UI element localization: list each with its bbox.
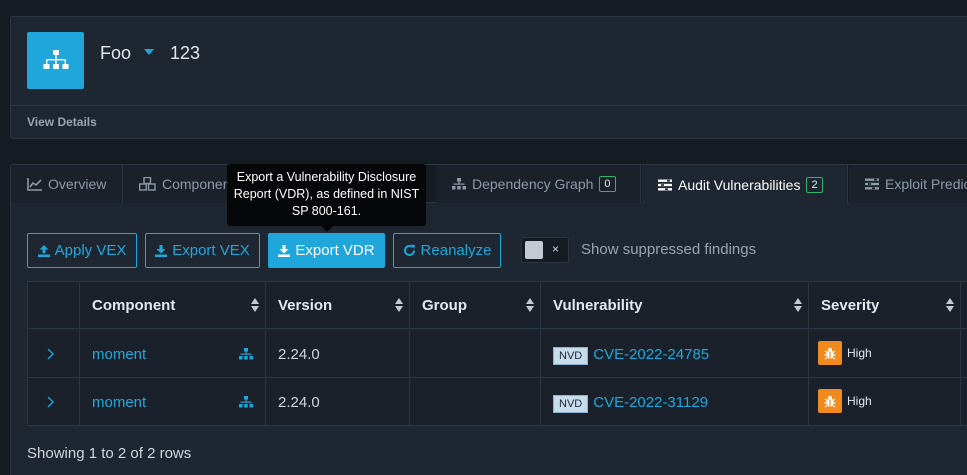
reanalyze-button[interactable]: Reanalyze: [393, 233, 501, 268]
expand-column-header: [27, 282, 80, 329]
tab-exploit-predictions[interactable]: Exploit Predictions: [849, 165, 967, 203]
tab-audit-vulnerabilities[interactable]: Audit Vulnerabilities 2: [642, 165, 848, 204]
export-vdr-button[interactable]: Export VDR: [268, 233, 385, 268]
severity-cell: High: [809, 330, 961, 378]
upload-icon: [37, 244, 50, 257]
view-details-link[interactable]: View Details: [27, 115, 97, 129]
source-badge: NVD: [553, 395, 589, 413]
column-label: Severity: [821, 297, 880, 314]
vulnerability-link[interactable]: CVE-2022-31129: [593, 394, 708, 411]
vulnerability-cell: NVD CVE-2022-24785: [541, 330, 809, 378]
sort-icon: [946, 298, 954, 312]
table-header: Component Version Group Vulnerability Se…: [27, 282, 967, 329]
download-icon: [155, 244, 168, 257]
project-name: Foo: [100, 43, 132, 63]
severity-cell: High: [809, 378, 961, 426]
component-cell: moment: [80, 378, 266, 426]
severity-label: High: [847, 346, 872, 360]
group-cell: [410, 330, 541, 378]
show-suppressed-label: Show suppressed findings: [581, 241, 757, 258]
cubes-icon: [139, 177, 156, 191]
apply-vex-button[interactable]: Apply VEX: [27, 233, 137, 268]
tooltip-arrow: [321, 226, 333, 232]
version-cell: 2.24.0: [266, 378, 410, 426]
bug-icon: [818, 389, 842, 413]
tab-overview[interactable]: Overview: [11, 165, 123, 203]
chevron-right-icon: [47, 396, 54, 408]
sort-icon: [251, 298, 259, 312]
tab-count-badge: 0: [599, 176, 616, 192]
severity-label: High: [847, 394, 872, 408]
export-vex-button[interactable]: Export VEX: [145, 233, 260, 268]
column-header-component[interactable]: Component: [80, 282, 266, 329]
toggle-off-icon: ×: [552, 242, 560, 256]
bug-icon: [818, 341, 842, 365]
vulnerability-link[interactable]: CVE-2022-24785: [593, 346, 709, 363]
project-version: 123: [170, 43, 201, 63]
button-label: Export VDR: [295, 242, 375, 259]
toggle-knob: [525, 241, 543, 259]
sort-icon: [794, 298, 802, 312]
table-left-border: [27, 281, 28, 426]
tab-count-badge: 2: [806, 176, 823, 193]
button-label: Reanalyze: [420, 242, 492, 259]
tab-label: Components: [162, 176, 236, 192]
component-cell: moment: [80, 330, 266, 378]
column-label: Vulnerability: [553, 297, 643, 314]
divider: [11, 105, 967, 106]
expand-row-chevron[interactable]: [27, 330, 80, 378]
sort-icon: [526, 298, 534, 312]
sort-icon: [395, 298, 403, 312]
vulnerability-cell: NVD CVE-2022-31129: [541, 378, 809, 426]
show-suppressed-toggle[interactable]: ×: [521, 237, 569, 263]
line-chart-icon: [27, 177, 42, 191]
dependency-graph-icon[interactable]: [239, 396, 253, 408]
export-vdr-tooltip: Export a Vulnerability Disclosure Report…: [227, 164, 426, 226]
tab-strip: Overview Components Dependency Graph 0 A…: [11, 165, 967, 204]
tab-components[interactable]: Components: [123, 165, 236, 203]
column-label: Version: [278, 297, 333, 314]
tasks-icon: [865, 178, 879, 190]
pagination-summary: Showing 1 to 2 of 2 rows: [27, 445, 192, 462]
tab-label: Dependency Graph: [472, 176, 594, 192]
tab-label: Exploit Predictions: [885, 176, 967, 192]
component-link[interactable]: moment: [92, 346, 146, 363]
component-link[interactable]: moment: [92, 394, 146, 411]
sitemap-icon: [452, 178, 466, 190]
column-header-version[interactable]: Version: [266, 282, 410, 329]
group-cell: [410, 378, 541, 426]
project-version-dropdown-caret-icon[interactable]: [144, 49, 154, 55]
chevron-right-icon: [47, 348, 54, 360]
project-header-card: Foo 123 View Details: [10, 16, 967, 139]
table-row[interactable]: moment 2.24.0 NVD CVE-2022-31129 High: [27, 378, 967, 426]
dependency-graph-icon[interactable]: [239, 348, 253, 360]
source-badge: NVD: [553, 347, 589, 365]
column-label: Component: [92, 297, 176, 314]
table-row[interactable]: moment 2.24.0 NVD CVE-2022-24785 High: [27, 330, 967, 378]
column-label: Group: [422, 297, 467, 314]
version-cell: 2.24.0: [266, 330, 410, 378]
tab-label: Audit Vulnerabilities: [678, 176, 801, 193]
expand-row-chevron[interactable]: [27, 378, 80, 426]
tab-dependency-graph[interactable]: Dependency Graph 0: [436, 165, 641, 203]
tab-label: Overview: [48, 176, 107, 192]
button-label: Apply VEX: [54, 242, 127, 259]
column-header-vulnerability[interactable]: Vulnerability: [541, 282, 809, 329]
button-label: Export VEX: [172, 242, 250, 259]
column-header-severity[interactable]: Severity: [809, 282, 961, 329]
column-header-group[interactable]: Group: [410, 282, 541, 329]
project-sitemap-icon: [27, 32, 84, 89]
refresh-icon: [403, 244, 415, 256]
download-icon: [278, 244, 291, 257]
vulnerabilities-table: Component Version Group Vulnerability Se…: [27, 281, 967, 426]
tasks-icon: [658, 179, 672, 190]
